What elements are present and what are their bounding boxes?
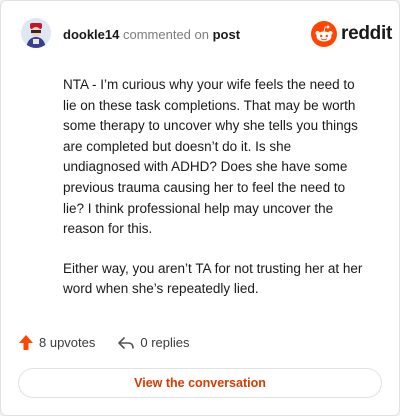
upvote-count: 8 upvotes [39, 335, 96, 350]
reddit-logo[interactable]: reddit [311, 21, 392, 47]
reply-arrow-icon [118, 336, 135, 349]
comment-paragraph-2: Either way, you aren’t TA for not trusti… [63, 260, 363, 297]
upvote-button[interactable]: 8 upvotes [18, 334, 95, 351]
view-conversation-button[interactable]: View the conversation [18, 368, 382, 398]
reply-count: 0 replies [140, 335, 190, 350]
comment-header: dookle14 commented on post [63, 27, 240, 42]
username-link[interactable]: dookle14 [63, 27, 119, 42]
comment-paragraph-1: NTA - I’m curious why your wife feels th… [63, 77, 358, 237]
action-text: commented on [122, 27, 209, 42]
comment-body: NTA - I’m curious why your wife feels th… [63, 75, 363, 319]
avatar[interactable] [21, 18, 51, 48]
upvote-arrow-icon [19, 335, 33, 350]
comment-card: dookle14 commented on post reddit NTA - … [0, 0, 400, 416]
reddit-snoo-icon [311, 21, 337, 47]
brand-wordmark: reddit [341, 23, 392, 44]
comment-actions: 8 upvotes 0 replies [18, 334, 190, 351]
post-link[interactable]: post [213, 27, 240, 42]
reply-button[interactable]: 0 replies [117, 335, 190, 351]
avatar-image [21, 18, 51, 48]
